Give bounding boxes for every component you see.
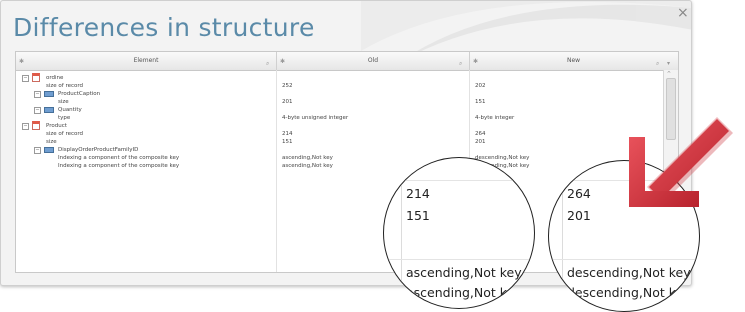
element-name-cell: size bbox=[46, 139, 57, 145]
dialog-title: Differences in structure bbox=[13, 13, 315, 42]
new-value-cell: 151 bbox=[475, 99, 486, 105]
element-name-cell: size bbox=[58, 99, 69, 105]
zoom-row-divider bbox=[384, 259, 534, 260]
zoom-old-value: 214 bbox=[406, 186, 430, 201]
element-name-cell: Indexing a component of the composite ke… bbox=[58, 155, 180, 161]
column-header-old[interactable]: ✱ Old ⌕ bbox=[277, 52, 470, 70]
zoom-column-divider bbox=[562, 161, 563, 311]
column-header-element[interactable]: ✱ Element ⌕ bbox=[16, 52, 277, 70]
element-name-cell: Quantity bbox=[58, 107, 82, 113]
collapse-toggle[interactable]: − bbox=[34, 107, 41, 114]
collapse-toggle[interactable]: − bbox=[34, 147, 41, 154]
zoom-row-divider bbox=[384, 180, 534, 181]
zoom-old-value: 151 bbox=[406, 208, 430, 223]
table-file-icon bbox=[32, 121, 40, 130]
old-value-cell: 252 bbox=[282, 83, 293, 89]
table-file-icon bbox=[32, 73, 40, 82]
element-name-cell: Indexing a component of the composite ke… bbox=[58, 163, 180, 169]
table-row[interactable]: size of record 252 202 bbox=[16, 82, 661, 90]
zoom-new-value: 201 bbox=[567, 208, 591, 223]
table-row[interactable]: size 151 201 bbox=[16, 138, 661, 146]
element-name-cell: ordine bbox=[46, 75, 64, 81]
column-header-element-label: Element bbox=[133, 57, 159, 64]
column-header-new[interactable]: ✱ New ⌕ ▾ bbox=[470, 52, 677, 70]
collapse-toggle[interactable]: − bbox=[22, 123, 29, 130]
new-value-cell: 264 bbox=[475, 131, 486, 137]
red-arrow-pointer-icon bbox=[629, 117, 733, 207]
old-value-cell: 4-byte unsigned integer bbox=[282, 115, 349, 121]
filter-icon[interactable]: ⌕ bbox=[459, 55, 462, 73]
close-icon[interactable]: × bbox=[677, 5, 689, 21]
structure-icon bbox=[44, 91, 54, 97]
collapse-toggle[interactable]: − bbox=[22, 75, 29, 82]
table-row[interactable]: Indexing a component of the composite ke… bbox=[16, 162, 661, 170]
pin-icon: ✱ bbox=[473, 58, 479, 65]
new-value-cell: 4-byte integer bbox=[475, 115, 515, 121]
element-name-cell: DisplayOrderProductFamilyID bbox=[58, 147, 139, 153]
table-row[interactable]: size 201 151 bbox=[16, 98, 661, 106]
filter-icon[interactable]: ⌕ bbox=[656, 55, 659, 73]
new-value-cell: 201 bbox=[475, 139, 486, 145]
grid-header: ✱ Element ⌕ ✱ Old ⌕ ✱ New ⌕ ▾ bbox=[16, 52, 678, 71]
scroll-up-icon[interactable]: ⌃ bbox=[666, 70, 672, 78]
element-name-cell: Product bbox=[46, 123, 67, 129]
element-name-cell: ProductCaption bbox=[58, 91, 101, 97]
old-value-cell: 214 bbox=[282, 131, 293, 137]
pin-icon: ✱ bbox=[19, 58, 25, 65]
old-value-cell: ascending,Not key bbox=[282, 155, 333, 161]
zoom-old-value: ascending,Not key bbox=[406, 285, 522, 300]
table-row[interactable]: − ordine bbox=[16, 73, 661, 82]
column-header-old-label: Old bbox=[367, 57, 379, 64]
zoom-row-divider bbox=[549, 259, 699, 260]
structure-icon bbox=[44, 107, 54, 113]
old-value-cell: ascending,Not key bbox=[282, 163, 333, 169]
zoom-old-value: ascending,Not key bbox=[406, 265, 522, 280]
new-value-cell: 202 bbox=[475, 83, 486, 89]
column-header-new-label: New bbox=[566, 57, 581, 64]
element-name-cell: size of record bbox=[46, 83, 84, 89]
structure-icon bbox=[44, 147, 54, 153]
table-row[interactable]: − Product bbox=[16, 121, 661, 130]
table-row[interactable]: − ProductCaption bbox=[16, 90, 661, 98]
zoom-new-value: descending,Not key bbox=[567, 285, 691, 300]
old-value-cell: 201 bbox=[282, 99, 293, 105]
table-row[interactable]: − DisplayOrderProductFamilyID bbox=[16, 146, 661, 154]
old-value-cell: 151 bbox=[282, 139, 293, 145]
zoom-new-value: 264 bbox=[567, 186, 591, 201]
pin-icon: ✱ bbox=[280, 58, 286, 65]
table-row[interactable]: type 4-byte unsigned integer 4-byte intege… bbox=[16, 114, 661, 122]
filter-icon[interactable]: ⌕ bbox=[266, 55, 269, 73]
element-name-cell: size of record bbox=[46, 131, 84, 137]
table-row[interactable]: − Quantity bbox=[16, 106, 661, 114]
element-name-cell: type bbox=[58, 115, 71, 121]
table-row[interactable]: size of record 214 264 bbox=[16, 130, 661, 138]
zoom-circle-old: 214 151 ascending,Not key ascending,Not … bbox=[383, 157, 535, 309]
collapse-toggle[interactable]: − bbox=[34, 91, 41, 98]
table-row[interactable]: Indexing a component of the composite ke… bbox=[16, 154, 661, 162]
zoom-new-value: descending,Not key bbox=[567, 265, 691, 280]
